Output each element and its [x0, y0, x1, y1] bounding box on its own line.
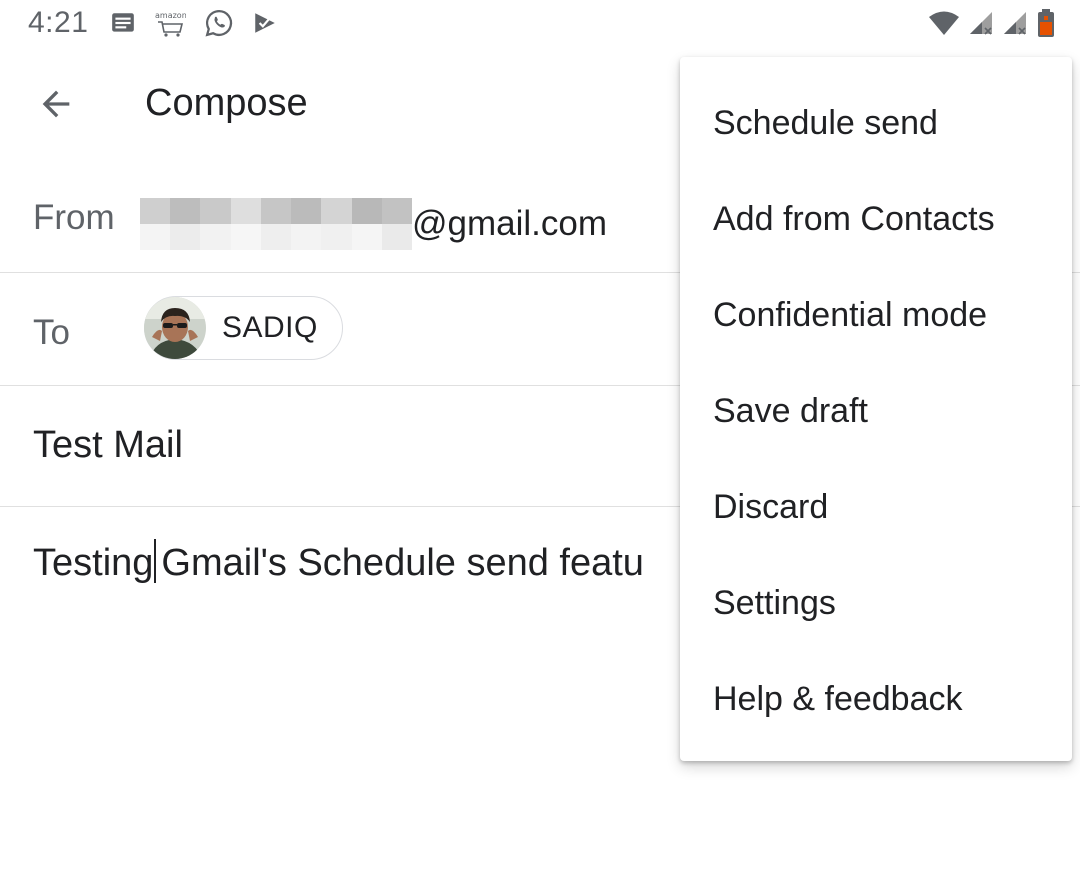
text-cursor — [154, 539, 157, 583]
wifi-icon — [928, 10, 960, 36]
signal-icon — [1002, 10, 1028, 36]
compose-screen: 4:21 amazon Compose From @gmail.com To S… — [0, 0, 1080, 881]
signal-icon — [968, 10, 994, 36]
status-time: 4:21 — [28, 6, 89, 39]
amazon-icon: amazon — [154, 8, 186, 38]
menu-item-confidential-mode[interactable]: Confidential mode — [680, 267, 1072, 363]
svg-text:amazon: amazon — [155, 11, 186, 20]
status-bar: 4:21 amazon — [0, 0, 1080, 48]
back-button[interactable] — [34, 82, 78, 126]
system-icons — [928, 8, 1056, 38]
recipient-chip[interactable]: SADIQ — [144, 296, 343, 360]
arrow-back-icon — [42, 90, 70, 118]
menu-item-add-from-contacts[interactable]: Add from Contacts — [680, 171, 1072, 267]
from-account[interactable]: @gmail.com — [140, 198, 607, 250]
menu-item-settings[interactable]: Settings — [680, 555, 1072, 651]
subject-field[interactable]: Test Mail — [33, 424, 183, 467]
menu-item-schedule-send[interactable]: Schedule send — [680, 75, 1072, 171]
tasks-icon — [252, 10, 278, 36]
whatsapp-icon — [204, 8, 234, 38]
to-label: To — [33, 313, 70, 352]
notification-icons: amazon — [110, 8, 278, 38]
page-title: Compose — [145, 82, 308, 124]
menu-item-help-feedback[interactable]: Help & feedback — [680, 651, 1072, 747]
avatar — [144, 297, 206, 359]
menu-item-save-draft[interactable]: Save draft — [680, 363, 1072, 459]
redacted-email-username — [140, 198, 412, 250]
body-text-after-cursor: Gmail's Schedule send featu — [161, 542, 644, 584]
battery-icon — [1036, 8, 1056, 38]
recipient-name: SADIQ — [222, 311, 318, 344]
body-text-before-cursor: Testing — [33, 542, 154, 584]
from-label: From — [33, 198, 115, 237]
menu-item-discard[interactable]: Discard — [680, 459, 1072, 555]
overflow-menu: Schedule send Add from Contacts Confiden… — [680, 57, 1072, 761]
from-email-domain: @gmail.com — [412, 204, 608, 243]
body-text: Testing Gmail's Schedule send featu — [33, 539, 644, 585]
messages-icon — [110, 10, 136, 36]
